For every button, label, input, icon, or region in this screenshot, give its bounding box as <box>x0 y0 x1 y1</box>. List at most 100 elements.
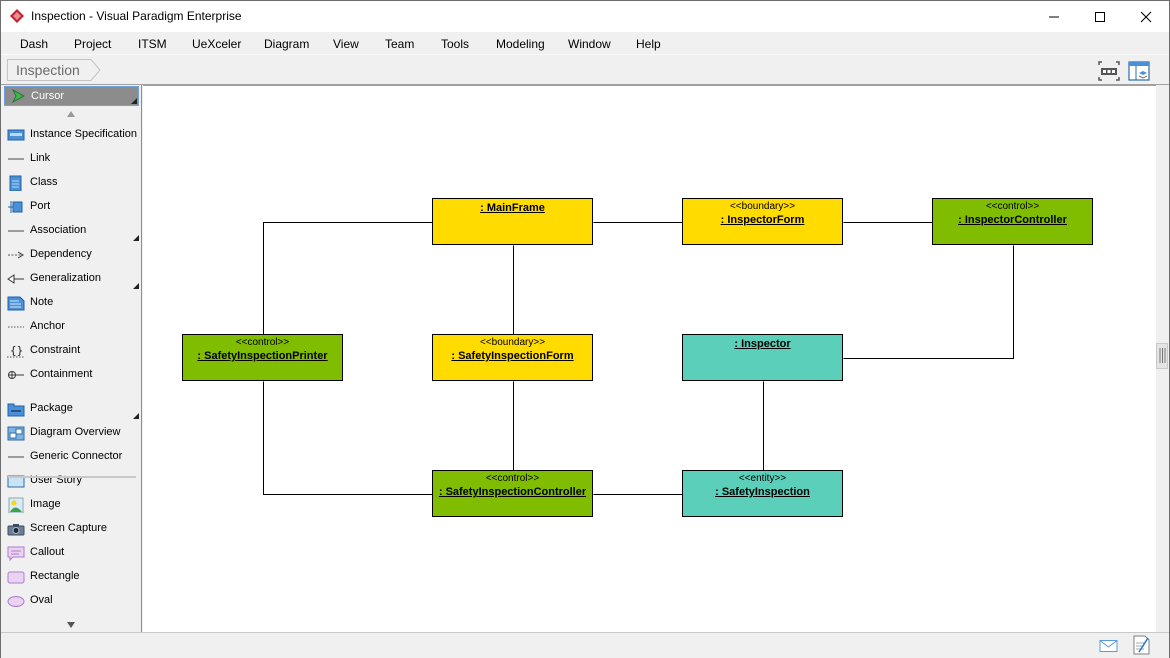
palette-item-label: Diagram Overview <box>30 426 121 438</box>
node-name: : SafetyInspectionPrinter <box>197 350 328 362</box>
palette-item-instance-specification[interactable]: Instance Specification <box>1 124 141 146</box>
palette-cursor-tool[interactable]: Cursor <box>4 86 139 106</box>
menu-help[interactable]: Help <box>636 37 661 51</box>
class-icon <box>9 175 22 191</box>
anchor-icon <box>8 326 24 328</box>
menu-diagram[interactable]: Diagram <box>264 37 309 51</box>
palette-item-generic-connector[interactable]: Generic Connector <box>1 446 141 468</box>
palette-item-image[interactable]: Image <box>1 494 141 516</box>
edit-note-icon[interactable] <box>1133 635 1151 655</box>
menu-window[interactable]: Window <box>568 37 611 51</box>
palette-cursor-label: Cursor <box>31 90 65 102</box>
link-mainframe-printer[interactable] <box>263 222 433 335</box>
title-bar: Inspection - Visual Paradigm Enterprise <box>1 1 1169 32</box>
palette-item-label: Rectangle <box>30 570 80 582</box>
palette-separator <box>8 476 136 478</box>
palette-item-label: Class <box>30 176 58 188</box>
window-title: Inspection - Visual Paradigm Enterprise <box>31 9 242 23</box>
palette-item-note[interactable]: Note <box>1 292 141 314</box>
palette-item-label: Screen Capture <box>30 522 108 534</box>
instance-node-inspectorcontroller[interactable]: <<control>>: InspectorController <box>932 198 1093 245</box>
node-name: : InspectorForm <box>720 214 805 226</box>
grip-icon <box>1159 348 1166 363</box>
palette-item-link[interactable]: Link <box>1 148 141 170</box>
link-inspectorcontroller-inspector[interactable] <box>843 245 1014 359</box>
node-stereotype: <<entity>> <box>738 473 787 484</box>
panel-resize-handle[interactable] <box>1156 343 1168 369</box>
instance-node-inspector[interactable]: : Inspector <box>682 334 843 381</box>
palette-item-package[interactable]: Package <box>1 398 141 420</box>
palette-item-containment[interactable]: Containment <box>1 364 141 386</box>
palette-item-anchor[interactable]: Anchor <box>1 316 141 338</box>
palette-scroll-down-icon[interactable] <box>66 621 76 629</box>
instance-node-sicontroller[interactable]: <<control>>: SafetyInspectionController <box>432 470 593 517</box>
breadcrumb-bar: Inspection <box>1 54 1169 85</box>
node-stereotype: <<control>> <box>985 201 1040 212</box>
palette-item-label: Link <box>30 152 51 164</box>
palette-item-dependency[interactable]: Dependency <box>1 244 141 266</box>
rectangle-icon <box>7 571 25 584</box>
visual-paradigm-logo-icon <box>10 9 24 23</box>
palette-item-screen-capture[interactable]: Screen Capture <box>1 518 141 540</box>
palette-item-class[interactable]: Class <box>1 172 141 194</box>
submenu-indicator-icon <box>133 413 139 419</box>
instance-node-siform[interactable]: <<boundary>>: SafetyInspectionForm <box>432 334 593 381</box>
constraint-icon: {} <box>7 344 25 358</box>
app-window: Inspection - Visual Paradigm Enterprise … <box>0 0 1170 658</box>
palette-item-label: Generic Connector <box>30 450 123 462</box>
menu-project[interactable]: Project <box>74 37 111 51</box>
palette-item-label: Association <box>30 224 87 236</box>
menu-itsm[interactable]: ITSM <box>138 37 167 51</box>
palette-item-label: Note <box>30 296 54 308</box>
menu-uexceler[interactable]: UeXceler <box>192 37 241 51</box>
callout-icon <box>7 546 25 561</box>
instance-node-mainframe[interactable]: : MainFrame <box>432 198 593 245</box>
node-name: : SafetyInspectionController <box>438 486 587 498</box>
palette-scroll-up-icon[interactable] <box>66 110 76 118</box>
node-name: : SafetyInspectionForm <box>451 350 574 362</box>
instance-specification-icon <box>7 129 25 141</box>
generic-connector-icon <box>8 456 24 458</box>
link-icon <box>8 158 24 160</box>
diagram-canvas[interactable]: : MainFrame <<boundary>>: InspectorForm <<… <box>143 85 1156 632</box>
instance-node-printer[interactable]: <<control>>: SafetyInspectionPrinter <box>182 334 343 381</box>
maximize-button[interactable] <box>1077 1 1123 32</box>
menu-view[interactable]: View <box>333 37 359 51</box>
palette-item-port[interactable]: Port <box>1 196 141 218</box>
palette-item-association[interactable]: Association <box>1 220 141 242</box>
palette-item-callout[interactable]: Callout <box>1 542 141 564</box>
package-icon <box>7 403 25 417</box>
submenu-indicator-icon <box>133 235 139 241</box>
palette-item-label: Callout <box>30 546 65 558</box>
breadcrumb-current: Inspection <box>16 62 80 78</box>
node-name: : SafetyInspection <box>715 486 810 498</box>
close-button[interactable] <box>1123 1 1169 32</box>
right-side-strip <box>1156 85 1169 632</box>
palette-item-constraint[interactable]: {} Constraint <box>1 340 141 362</box>
status-bar <box>1 632 1169 658</box>
link-printer-sicontroller[interactable] <box>263 381 433 495</box>
menu-team[interactable]: Team <box>385 37 414 51</box>
minimize-button[interactable] <box>1031 1 1077 32</box>
palette-item-diagram-overview[interactable]: Diagram Overview <box>1 422 141 444</box>
menu-dash[interactable]: Dash <box>20 37 48 51</box>
layers-panel-icon[interactable] <box>1128 61 1150 81</box>
menu-tools[interactable]: Tools <box>441 37 469 51</box>
palette-item-label: Instance Specification <box>30 128 138 140</box>
fit-diagram-icon[interactable] <box>1098 61 1120 81</box>
palette-item-label: Containment <box>30 368 93 380</box>
palette-item-oval[interactable]: Oval <box>1 590 141 612</box>
menu-modeling[interactable]: Modeling <box>496 37 545 51</box>
palette-item-generalization[interactable]: Generalization <box>1 268 141 290</box>
note-icon <box>7 296 25 311</box>
palette-item-label: Generalization <box>30 272 101 284</box>
instance-node-safetyinspection[interactable]: <<entity>> : SafetyInspection <box>682 470 843 517</box>
generalization-icon <box>7 274 24 284</box>
palette-item-label: Port <box>30 200 51 212</box>
mail-icon[interactable] <box>1099 639 1118 653</box>
palette-item-rectangle[interactable]: Rectangle <box>1 566 141 588</box>
instance-node-inspectorform[interactable]: <<boundary>>: InspectorForm <box>682 198 843 245</box>
palette-item-user-story[interactable]: User Story <box>1 470 141 492</box>
node-name: : MainFrame <box>480 202 545 214</box>
diagram-palette: Cursor Instance Specification Link Class Po… <box>1 85 142 633</box>
